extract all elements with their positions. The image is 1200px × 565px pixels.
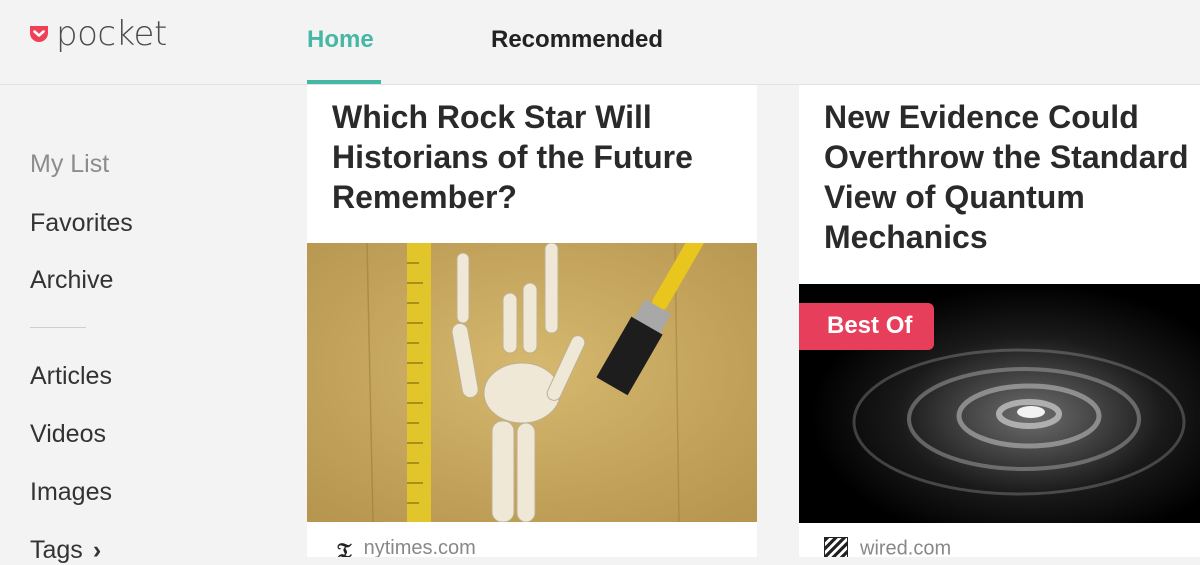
sidebar-item-images[interactable]: Images: [30, 478, 112, 507]
tab-home[interactable]: Home: [307, 26, 374, 54]
pocket-logo-icon: [30, 26, 48, 42]
sidebar-item-my-list[interactable]: My List: [30, 150, 109, 179]
article-source[interactable]: wired.com: [824, 537, 951, 557]
sidebar-item-videos[interactable]: Videos: [30, 420, 106, 449]
source-domain: nytimes.com: [363, 537, 476, 557]
sidebar-item-archive[interactable]: Archive: [30, 266, 113, 295]
sidebar-item-label: Tags: [30, 536, 83, 564]
article-source[interactable]: 𝔗nytimes.com: [337, 537, 476, 557]
active-tab-indicator: [307, 80, 381, 84]
logo-text: pocket: [56, 14, 167, 54]
sidebar-item-favorites[interactable]: Favorites: [30, 209, 133, 238]
sidebar-divider: [30, 327, 86, 328]
chevron-right-icon: ›: [92, 536, 102, 564]
title-line: Overthrow the Standard: [824, 139, 1189, 175]
article-title[interactable]: New Evidence Could Overthrow the Standar…: [824, 97, 1200, 257]
wired-logo-icon: [824, 537, 848, 557]
title-line: View of Quantum: [824, 179, 1085, 215]
source-domain: wired.com: [860, 537, 952, 557]
sidebar-item-articles[interactable]: Articles: [30, 362, 112, 391]
article-image-skeleton-hand[interactable]: [307, 243, 757, 522]
nytimes-logo-icon: 𝔗: [337, 537, 352, 557]
best-of-badge: Best Of: [799, 303, 935, 350]
title-line: Mechanics: [824, 219, 988, 255]
article-card[interactable]: Which Rock Star Will Historians of the F…: [307, 85, 757, 557]
title-line: New Evidence Could: [824, 99, 1139, 135]
sidebar-item-tags[interactable]: Tags ›: [30, 536, 101, 565]
article-card[interactable]: New Evidence Could Overthrow the Standar…: [799, 85, 1200, 557]
article-title[interactable]: Which Rock Star Will Historians of the F…: [332, 97, 742, 217]
tab-recommended[interactable]: Recommended: [491, 26, 663, 54]
pocket-logo[interactable]: pocket: [28, 14, 167, 54]
top-bar: pocket Home Recommended: [0, 0, 1200, 85]
